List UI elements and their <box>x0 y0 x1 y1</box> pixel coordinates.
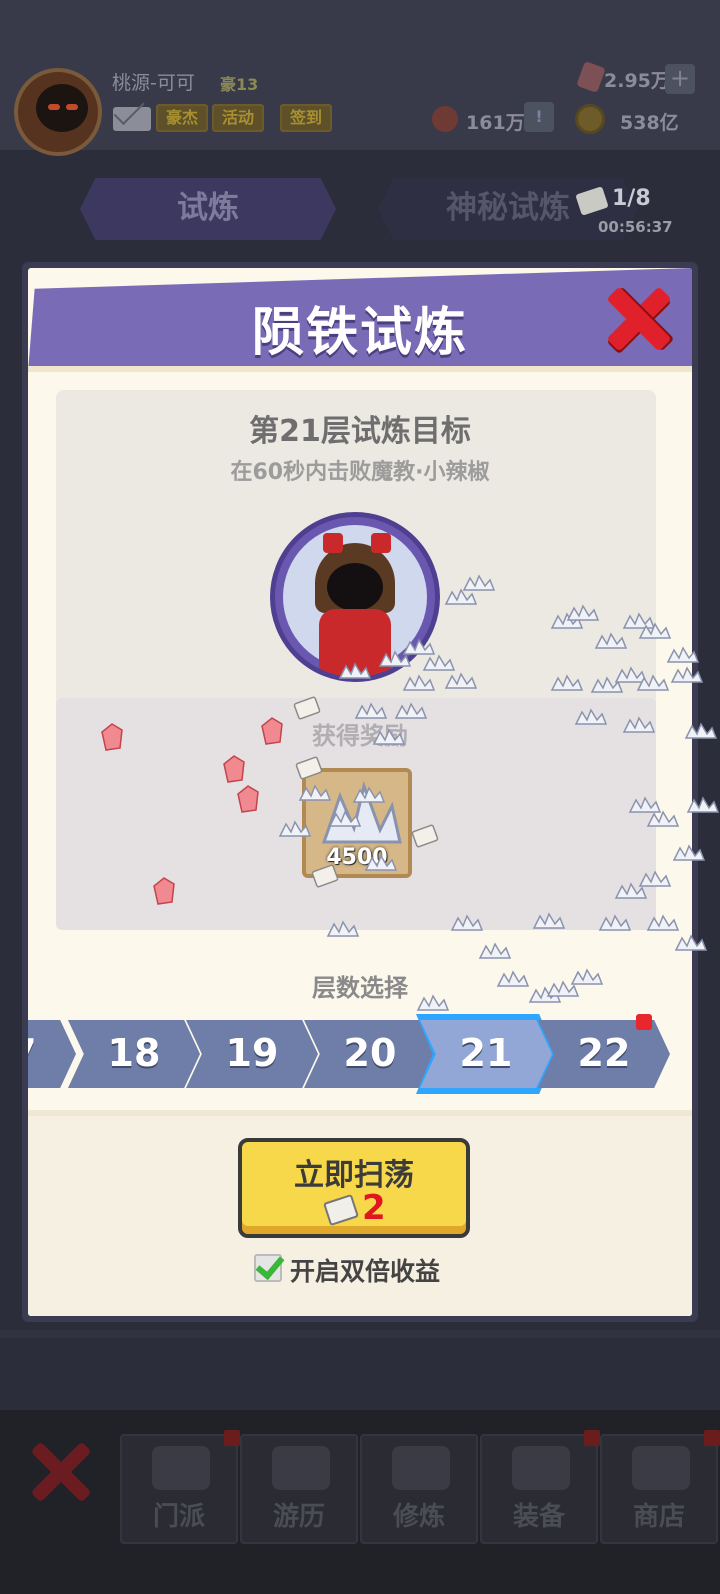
notification-dot <box>224 1430 240 1446</box>
floor-button[interactable]: 17 <box>28 1020 76 1088</box>
player-name: 桃源-可可 <box>112 72 195 94</box>
double-reward-label[interactable]: 开启双倍收益 <box>290 1252 440 1288</box>
temple-icon <box>152 1446 210 1490</box>
nav-travel[interactable]: 游历 <box>240 1434 358 1544</box>
boss-hair-bun <box>371 533 391 553</box>
bg-divider <box>0 1330 720 1338</box>
reward-label: 获得奖励 <box>312 722 408 750</box>
meteor-iron-trial-dialog: 陨铁试炼 第21层试炼目标 在60秒内击败魔教·小辣椒 获得奖励 4500 层数… <box>28 268 692 1316</box>
tag-activity[interactable]: 活动 <box>212 104 265 132</box>
nav-shop[interactable]: 商店 <box>600 1430 720 1544</box>
add-gems-button[interactable]: + <box>665 64 695 94</box>
floor-select-label: 层数选择 <box>312 974 408 1002</box>
avatar-head <box>36 84 88 132</box>
tag-checkin[interactable]: 签到 <box>280 104 333 132</box>
sweep-cost: 2 <box>362 1188 386 1228</box>
nav-cultivate[interactable]: 修炼 <box>360 1434 478 1544</box>
boss-face <box>327 563 383 611</box>
nav-label: 装备 <box>512 1502 565 1532</box>
floor-button[interactable]: 18 <box>68 1020 200 1088</box>
reward-count: 4500 <box>326 845 388 870</box>
nav-label: 门派 <box>152 1502 205 1532</box>
shop-icon <box>632 1446 690 1490</box>
boss-body <box>319 609 391 677</box>
modal-title: 陨铁试炼 <box>251 303 468 363</box>
boss-portrait <box>270 512 440 682</box>
nav-sect[interactable]: 门派 <box>120 1430 240 1544</box>
mail-icon[interactable] <box>113 107 151 131</box>
nav-equipment[interactable]: 装备 <box>480 1430 600 1544</box>
goal-title: 第21层试炼目标 <box>249 414 471 449</box>
bottom-close-icon[interactable] <box>28 1440 92 1504</box>
nav-label: 商店 <box>632 1502 685 1532</box>
notification-dot <box>704 1430 720 1446</box>
sword-icon <box>512 1446 570 1490</box>
token-icon <box>432 106 458 132</box>
nav-label: 游历 <box>272 1502 325 1532</box>
sweep-button[interactable]: 立即扫荡 2 <box>238 1138 470 1238</box>
notification-dot <box>584 1430 600 1446</box>
player-level: 豪13 <box>220 75 259 94</box>
double-reward-checkbox[interactable] <box>254 1254 282 1282</box>
ticket-icon <box>323 1193 359 1227</box>
ore-icon <box>321 780 402 844</box>
ticket-timer: 00:56:37 <box>598 218 673 236</box>
token-info-button[interactable]: ! <box>524 102 554 132</box>
tag-hero[interactable]: 豪杰 <box>156 104 209 132</box>
avatar-eye <box>66 104 78 110</box>
floor-button[interactable]: 22 <box>538 1020 670 1088</box>
coin-count: 538亿 <box>620 112 679 134</box>
floor-button-selected[interactable]: 21 <box>420 1020 552 1088</box>
close-icon[interactable] <box>606 286 672 352</box>
player-avatar[interactable] <box>14 68 102 156</box>
sweep-label: 立即扫荡 <box>294 1158 414 1193</box>
goal-description: 在60秒内击败魔教·小辣椒 <box>230 460 490 485</box>
nav-label: 修炼 <box>392 1502 445 1532</box>
floor-selector: 17 18 19 20 21 22 <box>28 1014 692 1094</box>
gem-count: 2.95万 <box>604 70 670 92</box>
token-count: 161万 <box>466 112 525 134</box>
boss-hair-bun <box>323 533 343 553</box>
landscape-icon <box>272 1446 330 1490</box>
floor-button[interactable]: 20 <box>304 1020 436 1088</box>
floor-button[interactable]: 19 <box>186 1020 318 1088</box>
notification-dot <box>636 1014 652 1030</box>
meteor-iron-reward[interactable]: 4500 <box>302 768 412 878</box>
coin-icon <box>575 104 605 134</box>
ticket-counter: 1/8 <box>612 186 651 211</box>
avatar-eye <box>48 104 60 110</box>
tab-trial[interactable]: 试炼 <box>80 178 336 240</box>
book-icon <box>392 1446 450 1490</box>
